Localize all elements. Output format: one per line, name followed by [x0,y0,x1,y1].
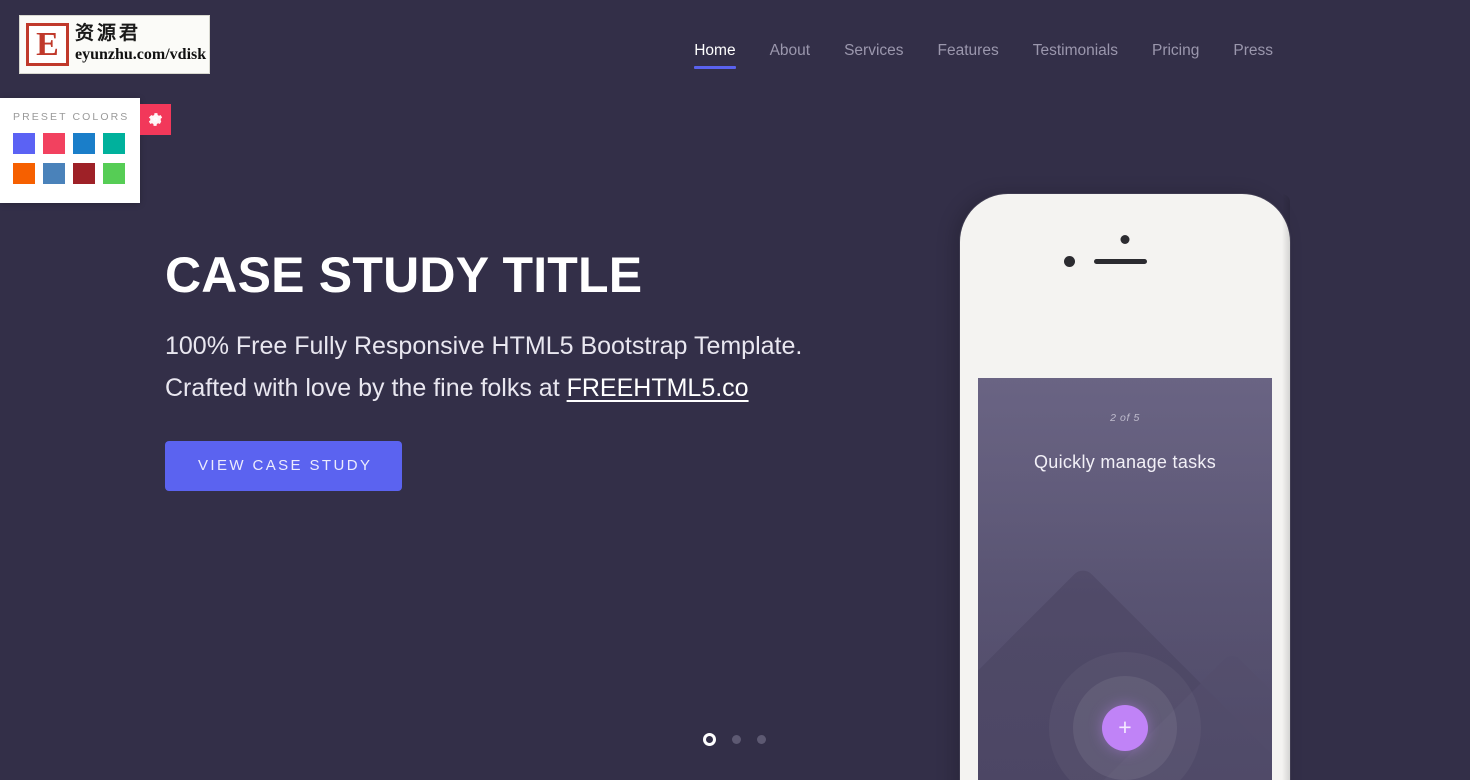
watermark-url: eyunzhu.com/vdisk [75,46,207,63]
nav-item-testimonials[interactable]: Testimonials [1016,40,1135,62]
nav-item-pricing[interactable]: Pricing [1135,40,1216,62]
watermark-logo-letter: E [36,25,59,63]
carousel-dot-3[interactable] [757,735,766,744]
nav-item-press[interactable]: Press [1216,40,1290,62]
hero-copy: CASE STUDY TITLE 100% Free Fully Respons… [165,246,825,491]
gear-icon [148,113,163,126]
nav-item-about[interactable]: About [753,40,828,62]
color-swatch-blue[interactable] [73,133,95,154]
carousel-dot-2[interactable] [732,735,741,744]
plus-icon: + [1118,713,1132,740]
hero-subtitle: 100% Free Fully Responsive HTML5 Bootstr… [165,325,805,409]
phone-proximity-sensor-icon [1064,256,1075,267]
onboarding-headline: Quickly manage tasks [1033,452,1217,472]
phone-mockup: 2 of 5 Quickly manage tasks + Next [960,194,1290,780]
preset-colors-title: PRESET COLORS [13,111,130,123]
add-task-button[interactable]: + [1102,705,1148,751]
color-swatch-teal[interactable] [103,133,125,154]
nav-item-features[interactable]: Features [921,40,1016,62]
watermark-overlay: E 资源君 eyunzhu.com/vdisk [19,15,210,74]
color-swatch-crimson[interactable] [43,133,65,154]
view-case-study-button[interactable]: VIEW CASE STUDY [165,441,403,491]
color-swatch-dark-red[interactable] [73,163,95,184]
phone-front-camera-icon [1120,235,1130,244]
color-swatch-indigo[interactable] [13,133,35,154]
nav-item-services[interactable]: Services [827,40,920,62]
phone-screen: 2 of 5 Quickly manage tasks + Next [978,378,1272,780]
hero-link-freehtml5[interactable]: FREEHTML5.co [567,374,749,402]
hero-section: CASE STUDY TITLE 100% Free Fully Respons… [0,108,1470,780]
color-swatch-steel-blue[interactable] [43,163,65,184]
carousel-pagination [703,733,766,746]
preset-colors-panel: PRESET COLORS [0,98,140,203]
watermark-text: 资源君 eyunzhu.com/vdisk [75,22,206,64]
carousel-dot-1[interactable] [703,733,716,746]
hero-title: CASE STUDY TITLE [165,247,643,303]
nav-item-home[interactable]: Home [677,40,752,69]
site-header: FreeView Home About Services Features Te… [0,0,1470,108]
color-swatch-green[interactable] [103,163,125,184]
color-swatch-orange[interactable] [13,163,35,184]
main-navigation: Home About Services Features Testimonial… [677,40,1290,69]
preset-colors-grid [0,133,140,184]
watermark-logo-icon: E [26,23,69,66]
watermark-chinese-title: 资源君 [75,22,142,44]
onboarding-step-counter: 2 of 5 [1110,412,1140,424]
settings-toggle-button[interactable] [140,104,171,135]
phone-earpiece-icon [1094,259,1147,264]
